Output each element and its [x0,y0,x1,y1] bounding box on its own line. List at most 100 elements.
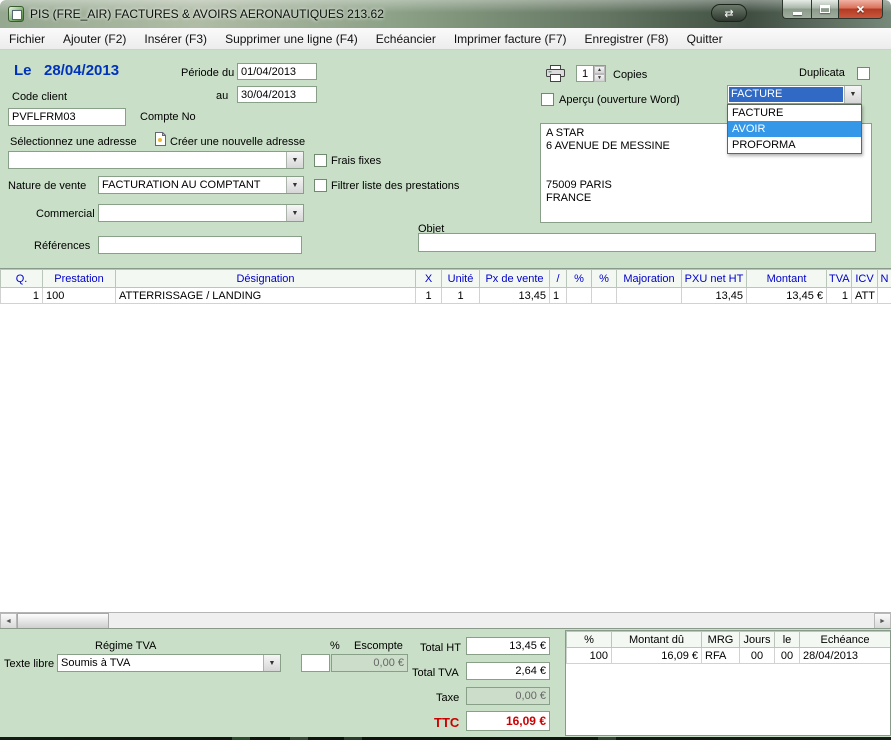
sched-cell-montant-du[interactable]: 16,09 € [612,648,702,664]
menu-item-echeancier[interactable]: Echéancier [367,29,445,49]
chevron-down-icon[interactable]: ▼ [286,205,303,221]
cell-tva[interactable]: 1 [827,288,852,304]
sched-col-jours: Jours [740,632,775,648]
sched-col-pct: % [567,632,612,648]
total-ht-input[interactable] [466,637,550,655]
sched-col-echeance: Echéance [800,632,891,648]
code-client-label: Code client [12,91,67,103]
minimize-icon [793,12,802,15]
address-line [546,153,866,166]
commercial-value [99,205,286,221]
col-header-x: X [416,270,442,288]
sched-cell-mrg[interactable]: RFA [702,648,740,664]
escompte-amount-input[interactable] [331,654,408,672]
col-header-q: Q. [1,270,43,288]
total-tva-label: Total TVA [412,667,459,679]
title-bar[interactable]: PIS (FRE_AIR) FACTURES & AVOIRS AERONAUT… [0,0,891,28]
select-adresse-label: Sélectionnez une adresse [10,136,137,148]
menu-item-enregistrer[interactable]: Enregistrer (F8) [576,29,678,49]
escompte-pct-input[interactable] [301,654,330,672]
close-button[interactable]: × [838,0,883,19]
filtrer-prestations-checkbox[interactable] [314,179,327,192]
menu-item-inserer[interactable]: Insérer (F3) [135,29,216,49]
code-client-input[interactable] [8,108,126,126]
cell-x[interactable]: 1 [416,288,442,304]
cell-unite[interactable]: 1 [442,288,480,304]
menu-item-imprimer-facture[interactable]: Imprimer facture (F7) [445,29,576,49]
cell-prestation[interactable]: 100 [43,288,116,304]
cell-pct1[interactable] [567,288,592,304]
total-tva-input[interactable] [466,662,550,680]
dropdown-option-avoir[interactable]: AVOIR [728,121,861,137]
ttc-input[interactable] [466,711,550,731]
cell-px-de-vente[interactable]: 13,45 [480,288,550,304]
sched-cell-le[interactable]: 00 [775,648,800,664]
menu-item-ajouter[interactable]: Ajouter (F2) [54,29,135,49]
cell-pct2[interactable] [592,288,617,304]
frais-fixes-label: Frais fixes [331,155,381,167]
document-type-select[interactable]: FACTURE ▼ [727,85,862,104]
maximize-button[interactable] [811,0,838,19]
creer-nouvelle-adresse-link[interactable]: Créer une nouvelle adresse [155,132,305,151]
cell-pxu-net-ht[interactable]: 13,45 [682,288,747,304]
document-type-dropdown-list: FACTURE AVOIR PROFORMA [727,104,862,154]
periode-to-input[interactable] [237,86,317,103]
cell-icv[interactable]: ATT [852,288,878,304]
app-icon[interactable] [8,6,24,22]
nature-de-vente-select[interactable]: FACTURATION AU COMPTANT ▼ [98,176,304,194]
cell-majoration[interactable] [617,288,682,304]
col-header-unite: Unité [442,270,480,288]
scrollbar-thumb[interactable] [17,613,109,629]
col-header-pct2: % [592,270,617,288]
window-extra-button[interactable]: ⇄ [711,4,747,22]
cell-cutoff[interactable] [878,288,891,304]
chevron-down-icon[interactable]: ▼ [844,86,861,103]
chevron-down-icon[interactable]: ▼ [263,655,280,671]
horizontal-scrollbar[interactable]: ◄ ► [0,612,891,628]
payment-schedule-panel: % Montant dû MRG Jours le Echéance 100 1… [565,630,891,736]
address-line: 75009 PARIS [546,179,866,192]
references-label: Références [34,240,90,252]
periode-from-input[interactable] [237,63,317,80]
col-header-slash: / [550,270,567,288]
col-header-pxu-net-ht: PXU net HT [682,270,747,288]
minimize-button[interactable] [782,0,811,19]
table-row: 1 100 ATTERRISSAGE / LANDING 1 1 13,45 1… [1,288,891,304]
invoice-form: Le 28/04/2013 Période du au ▲ ▼ Copies D… [0,50,891,268]
adresse-select[interactable]: ▼ [8,151,304,169]
spinner-down-icon[interactable]: ▼ [594,74,605,82]
frais-fixes-checkbox[interactable] [314,154,327,167]
regime-tva-select[interactable]: Soumis à TVA ▼ [57,654,281,672]
cell-designation[interactable]: ATTERRISSAGE / LANDING [116,288,416,304]
objet-input[interactable] [418,233,876,252]
sched-cell-echeance[interactable]: 28/04/2013 [800,648,891,664]
taxe-input[interactable] [466,687,550,705]
sched-cell-pct[interactable]: 100 [567,648,612,664]
regime-tva-label: Régime TVA [95,640,156,652]
chevron-down-icon[interactable]: ▼ [286,177,303,193]
creer-nouvelle-adresse-label: Créer une nouvelle adresse [170,136,305,148]
apercu-word-checkbox[interactable] [541,93,554,106]
scroll-right-icon[interactable]: ► [874,613,891,629]
filtrer-prestations-label: Filtrer liste des prestations [331,180,459,192]
col-header-px-de-vente: Px de vente [480,270,550,288]
references-input[interactable] [98,236,302,254]
chevron-down-icon[interactable]: ▼ [286,152,303,168]
menu-item-quitter[interactable]: Quitter [678,29,732,49]
copies-count-input[interactable] [576,65,594,82]
cell-slash[interactable]: 1 [550,288,567,304]
spinner-up-icon[interactable]: ▲ [594,66,605,74]
dropdown-option-facture[interactable]: FACTURE [728,105,861,121]
maximize-icon [820,5,830,13]
cell-montant[interactable]: 13,45 € [747,288,827,304]
menu-item-supprimer-ligne[interactable]: Supprimer une ligne (F4) [216,29,367,49]
col-header-cutoff: N [878,270,891,288]
dropdown-option-proforma[interactable]: PROFORMA [728,137,861,153]
cell-q[interactable]: 1 [1,288,43,304]
commercial-select[interactable]: ▼ [98,204,304,222]
menu-item-fichier[interactable]: Fichier [0,29,54,49]
swap-arrows-icon: ⇄ [724,7,733,20]
duplicata-checkbox[interactable] [857,67,870,80]
scroll-left-icon[interactable]: ◄ [0,613,17,629]
sched-cell-jours[interactable]: 00 [740,648,775,664]
